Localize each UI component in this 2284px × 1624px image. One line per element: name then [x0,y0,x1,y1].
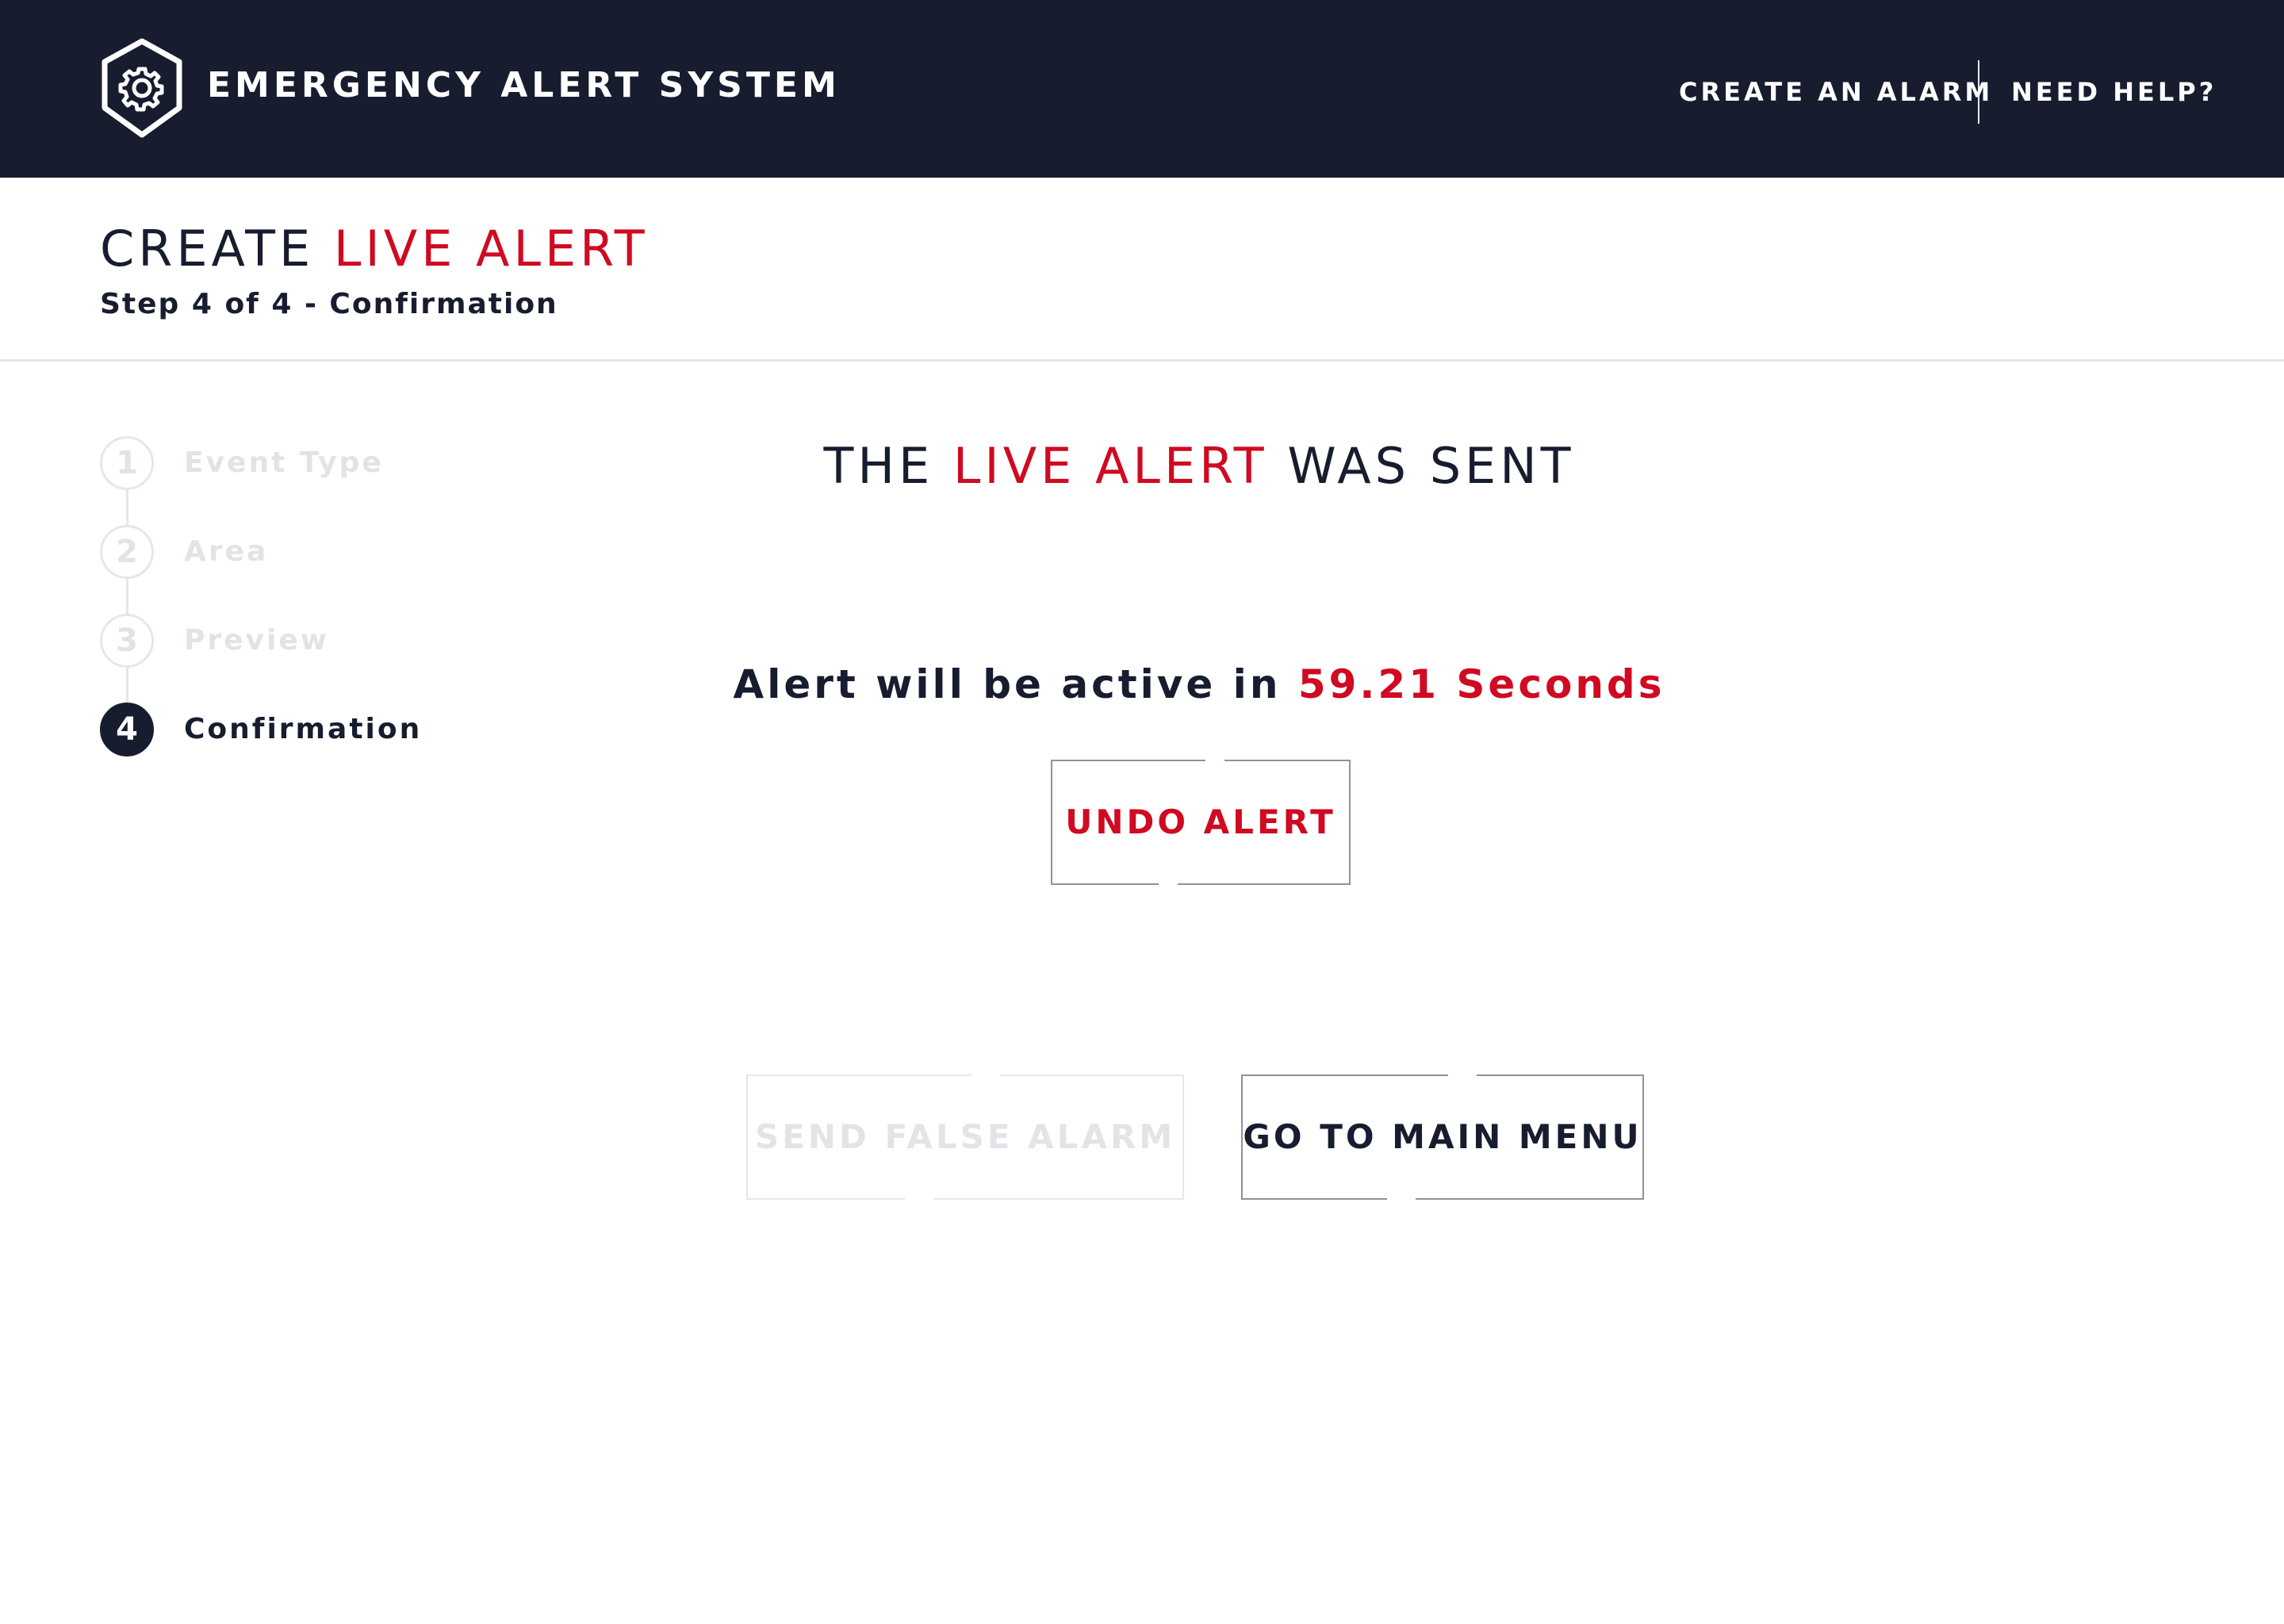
page-title-highlight: LIVE ALERT [333,220,649,278]
countdown-value: 59.21 Seconds [1297,661,1665,707]
step-area[interactable]: 2 Area [100,525,576,579]
step-label: Preview [184,624,330,657]
activation-countdown: Alert will be active in 59.21 Seconds [0,658,2284,710]
shield-gear-icon[interactable] [100,38,184,138]
top-nav-bar: EMERGENCY ALERT SYSTEM CREATE AN ALARM N… [0,0,2284,178]
confirmation-title: THE LIVE ALERT WAS SENT [0,436,2284,496]
button-border-notch [905,1197,933,1201]
step-connector [126,577,128,615]
confirmation-title-highlight: LIVE ALERT [952,437,1268,495]
undo-alert-label: UNDO ALERT [1065,802,1336,841]
nav-divider [1978,60,1979,124]
step-number-badge: 4 [100,703,154,756]
step-confirmation: 4 Confirmation [100,703,576,756]
need-help-link[interactable]: NEED HELP? [2011,76,2217,108]
app-title: EMERGENCY ALERT SYSTEM [207,65,841,105]
confirmation-title-prefix: THE [823,437,934,495]
undo-alert-button[interactable]: UNDO ALERT [1051,760,1351,885]
create-alarm-link[interactable]: CREATE AN ALARM [1679,76,1993,108]
main-menu-label: GO TO MAIN MENU [1243,1117,1642,1156]
step-label: Confirmation [184,713,423,745]
page-heading: CREATE LIVE ALERT Step 4 of 4 - Confirma… [0,178,2284,362]
step-indicator-text: Step 4 of 4 - Confirmation [100,288,558,320]
step-number-badge: 2 [100,525,154,579]
button-border-notch [1159,882,1178,887]
page-title-prefix: CREATE [100,220,315,278]
step-label: Area [184,535,269,568]
send-false-alarm-button[interactable]: SEND FALSE ALARM [746,1074,1184,1200]
button-border-notch [1205,758,1224,763]
button-border-notch [1387,1197,1416,1201]
button-border-notch [1448,1073,1477,1078]
page-title: CREATE LIVE ALERT [100,219,649,279]
countdown-label: Alert will be active in [733,661,1282,707]
send-false-alarm-label: SEND FALSE ALARM [754,1117,1176,1156]
confirmation-title-suffix: WAS SENT [1287,437,1575,495]
go-to-main-menu-button[interactable]: GO TO MAIN MENU [1241,1074,1644,1200]
button-border-notch [971,1073,1000,1078]
